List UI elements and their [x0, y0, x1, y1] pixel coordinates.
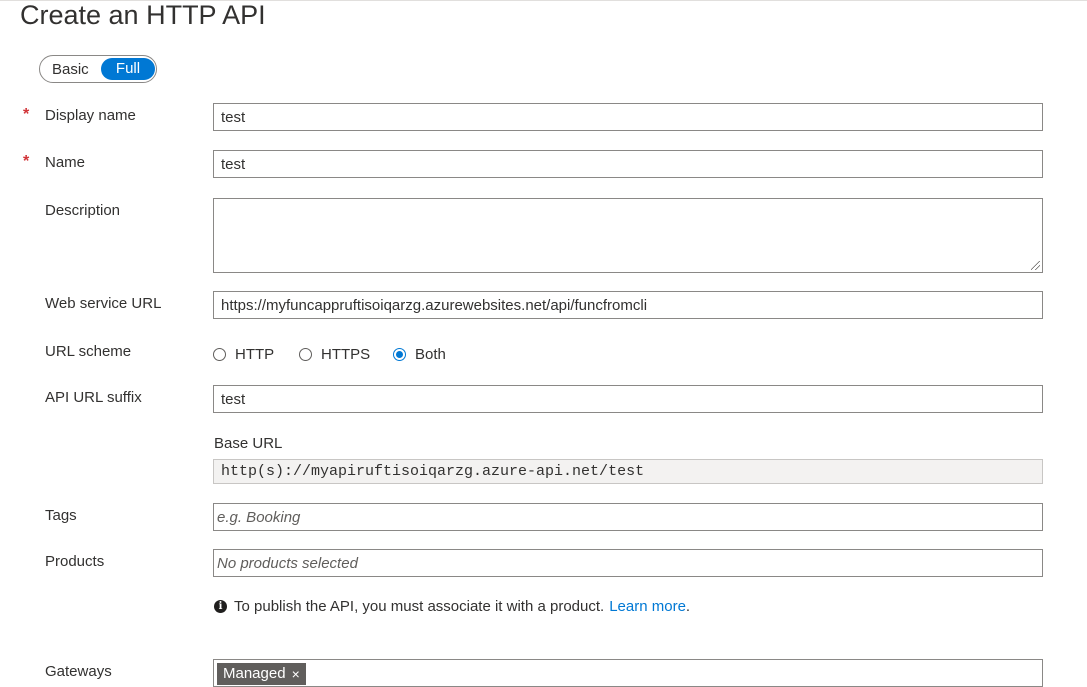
radio-both[interactable]: Both — [393, 343, 446, 365]
web-service-url-label: Web service URL — [45, 295, 162, 312]
products-input[interactable]: No products selected — [213, 549, 1043, 577]
resize-handle-icon[interactable] — [1031, 261, 1040, 270]
description-label: Description — [45, 202, 121, 219]
chip-remove-icon[interactable]: × — [292, 663, 300, 685]
required-asterisk: * — [23, 106, 30, 123]
display-name-label: Display name — [45, 107, 136, 124]
toggle-option-full[interactable]: Full — [101, 58, 155, 80]
gateways-input[interactable]: Managed × — [213, 659, 1043, 687]
api-url-suffix-input[interactable]: test — [213, 385, 1043, 413]
learn-more-link[interactable]: Learn more — [609, 598, 686, 615]
tags-input[interactable]: e.g. Booking — [213, 503, 1043, 531]
url-scheme-label: URL scheme — [45, 343, 132, 360]
info-period: . — [685, 598, 691, 615]
gateways-label: Gateways — [45, 663, 112, 680]
radio-both-label: Both — [415, 345, 446, 363]
info-icon: i — [214, 600, 227, 613]
base-url-label: Base URL — [214, 435, 283, 452]
page-title: Create an HTTP API — [20, 0, 266, 30]
display-name-input[interactable]: test — [213, 103, 1043, 131]
chip-label: Managed — [223, 665, 286, 682]
tags-label: Tags — [45, 507, 77, 524]
info-text: To publish the API, you must associate i… — [234, 598, 605, 615]
radio-checked-icon — [393, 347, 406, 361]
radio-http-label: HTTP — [235, 345, 275, 363]
gateway-chip-managed: Managed × — [217, 663, 306, 685]
radio-https[interactable]: HTTPS — [299, 343, 370, 365]
product-info-message: i To publish the API, you must associate… — [214, 598, 690, 615]
products-label: Products — [45, 553, 105, 570]
basic-full-toggle[interactable]: Basic Full — [39, 55, 157, 83]
radio-circle-icon — [299, 347, 312, 361]
base-url-value: http(s)://myapiruftisoiqarzg.azure-api.n… — [213, 459, 1043, 484]
name-label: Name — [45, 154, 86, 171]
api-url-suffix-label: API URL suffix — [45, 389, 142, 406]
web-service-url-input[interactable]: https://myfuncappruftisoiqarzg.azurewebs… — [213, 291, 1043, 319]
required-asterisk: * — [23, 153, 30, 170]
toggle-option-basic[interactable]: Basic — [52, 61, 89, 78]
radio-https-label: HTTPS — [321, 345, 371, 363]
radio-circle-icon — [213, 347, 226, 361]
description-textarea[interactable] — [213, 198, 1043, 273]
radio-http[interactable]: HTTP — [213, 343, 274, 365]
name-input[interactable]: test — [213, 150, 1043, 178]
